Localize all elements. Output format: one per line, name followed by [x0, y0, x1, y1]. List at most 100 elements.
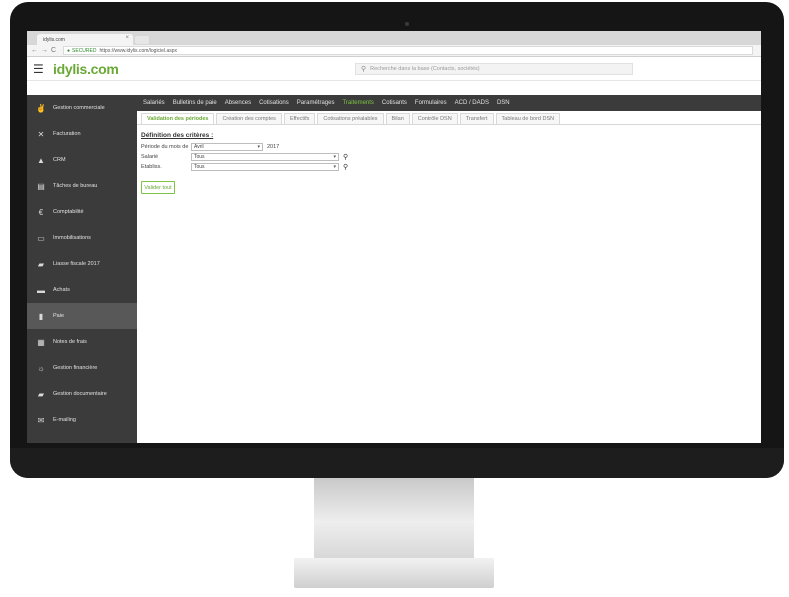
top-nav-item[interactable]: Traitements [342, 100, 373, 106]
folder-icon: ▰ [37, 259, 45, 269]
user-icon: ▲ [37, 155, 45, 165]
sidebar-item-label: Gestion financière [53, 365, 98, 371]
sidebar-item[interactable]: ▤ Tâches de bureau [27, 173, 137, 199]
chevron-down-icon: ▾ [333, 153, 336, 160]
sidebar: ✌ Gestion commerciale ✕ Facturation ▲ CRM ▤ Tâc… [27, 95, 137, 443]
sidebar-item-label: Immobilisations [53, 235, 91, 241]
sidebar-item-label: Achats [53, 287, 70, 293]
sidebar-item[interactable]: ✕ Facturation [27, 121, 137, 147]
sidebar-item-label: Notes de frais [53, 339, 87, 345]
cart-icon: ▬ [37, 285, 45, 295]
camera-icon [405, 22, 409, 26]
sidebar-item-label: E-mailing [53, 417, 76, 423]
mail-icon: ✉ [37, 415, 45, 425]
handshake-icon: ✌ [36, 103, 46, 113]
salarie-value: Tous [194, 153, 205, 160]
sub-tabs: Validation des périodes Création des comp… [137, 112, 761, 125]
sidebar-item-label: Gestion commerciale [53, 105, 105, 111]
back-icon[interactable]: ← [31, 47, 38, 54]
top-nav-item[interactable]: Cotisations [259, 100, 289, 106]
sidebar-item[interactable]: ☼ Gestion financière [27, 355, 137, 381]
period-row: Période du mois de Avril ▾ 2017 [141, 142, 741, 151]
browser-toolbar: ← → C ● SECURED https://www.idylis.com/l… [27, 45, 761, 57]
top-nav-item[interactable]: Salariés [143, 100, 165, 106]
search-icon: ⚲ [361, 66, 367, 73]
sidebar-item-label: Tâches de bureau [53, 183, 98, 189]
sidebar-item[interactable]: ▲ CRM [27, 147, 137, 173]
sidebar-item[interactable]: ▰ Gestion documentaire [27, 381, 137, 407]
year-value[interactable]: 2017 [267, 144, 279, 150]
top-nav-item[interactable]: Paramétrages [297, 100, 335, 106]
top-nav-item[interactable]: Absences [225, 100, 251, 106]
pay-icon: ▮ [38, 311, 44, 321]
app-header: ☰ idylis.com ⚲ Recherche dans la base (C… [27, 57, 761, 81]
forward-icon[interactable]: → [41, 47, 48, 54]
screen: idylis.com × ← → C ● SECURED https://www… [27, 31, 761, 443]
salarie-select[interactable]: Tous ▾ [191, 152, 339, 161]
etablissement-label: Etabliss. [141, 163, 162, 170]
logo[interactable]: idylis.com [53, 61, 119, 77]
new-tab-button[interactable] [135, 36, 149, 44]
sidebar-item[interactable]: ▦ Notes de frais [27, 329, 137, 355]
url-text: https://www.idylis.com/logiciel.aspx [99, 47, 178, 54]
month-value: Avril [194, 143, 204, 150]
top-nav-item[interactable]: ACD / DADS [455, 100, 489, 106]
tab-title: idylis.com [43, 36, 65, 43]
validate-button[interactable]: Valider tout [141, 181, 175, 194]
sidebar-item-label: Paie [53, 313, 65, 319]
address-bar[interactable]: ● SECURED https://www.idylis.com/logicie… [63, 46, 753, 55]
tab-close-icon[interactable]: × [125, 35, 129, 41]
top-nav-item[interactable]: Cotisants [382, 100, 407, 106]
browser-tab[interactable]: idylis.com × [37, 34, 133, 45]
receipt-icon: ▦ [37, 337, 45, 347]
sidebar-item-label: CRM [53, 157, 66, 163]
salarie-row: Salarié Tous ▾ ⚲ [141, 152, 741, 161]
magnifier-icon[interactable]: ⚲ [343, 163, 348, 171]
monitor-scene: idylis.com × ← → C ● SECURED https://www… [0, 0, 789, 597]
top-nav-item[interactable]: Bulletins de paie [173, 100, 217, 106]
monitor-foot [294, 558, 494, 588]
sidebar-item[interactable]: ✉ E-mailing [27, 407, 137, 433]
salarie-label: Salarié [141, 153, 159, 160]
search-placeholder: Recherche dans la base (Contacts, sociét… [370, 66, 480, 72]
tools-icon: ✕ [37, 129, 45, 139]
sub-tab[interactable]: Effectifs [283, 113, 316, 124]
top-nav-item[interactable]: DSN [497, 100, 510, 106]
sub-tab[interactable]: Transfert [459, 113, 494, 124]
sub-tab[interactable]: Validation des périodes [141, 113, 215, 124]
top-nav-item[interactable]: Formulaires [415, 100, 447, 106]
document-icon: ▤ [37, 181, 45, 191]
finance-icon: ☼ [37, 363, 45, 373]
chevron-down-icon: ▾ [333, 163, 336, 170]
sidebar-item-label: Liasse fiscale 2017 [53, 261, 100, 267]
search-input[interactable]: ⚲ Recherche dans la base (Contacts, soci… [355, 63, 633, 75]
secure-label: SECURED [72, 47, 97, 54]
sidebar-item[interactable]: ▮ Paie [27, 303, 137, 329]
etablissement-select[interactable]: Tous ▾ [191, 162, 339, 171]
sidebar-item[interactable]: ✌ Gestion commerciale [27, 95, 137, 121]
period-label: Période du mois de [141, 143, 189, 150]
sidebar-item[interactable]: ▭ Immobilisations [27, 225, 137, 251]
sub-tab[interactable]: Création des comptes [216, 113, 282, 124]
top-nav: Salariés Bulletins de paie Absences Cotisat… [137, 95, 761, 111]
sidebar-item[interactable]: € Comptabilité [27, 199, 137, 225]
sub-tab[interactable]: Cotisations préalables [317, 113, 384, 124]
criteria-panel: Définition des critères : Période du moi… [141, 132, 741, 194]
hamburger-icon[interactable]: ☰ [33, 63, 44, 75]
magnifier-icon[interactable]: ⚲ [343, 153, 348, 161]
monitor-stand [314, 478, 474, 558]
euro-icon: € [38, 207, 44, 217]
monitor-icon: ▭ [37, 233, 45, 243]
sub-tab[interactable]: Tableau de bord DSN [495, 113, 561, 124]
criteria-title: Définition des critères : [141, 132, 214, 139]
reload-icon[interactable]: C [51, 47, 57, 54]
sub-tab[interactable]: Bilan [385, 113, 410, 124]
sidebar-item[interactable]: ▰ Liasse fiscale 2017 [27, 251, 137, 277]
sidebar-item[interactable]: ▬ Achats [27, 277, 137, 303]
sub-tab[interactable]: Contrôle DSN [411, 113, 458, 124]
lock-icon: ● [67, 47, 71, 54]
browser-tab-bar: idylis.com × [27, 31, 761, 45]
etablissement-row: Etabliss. Tous ▾ ⚲ [141, 162, 741, 171]
sidebar-item-label: Gestion documentaire [53, 391, 107, 397]
month-select[interactable]: Avril ▾ [191, 142, 263, 151]
